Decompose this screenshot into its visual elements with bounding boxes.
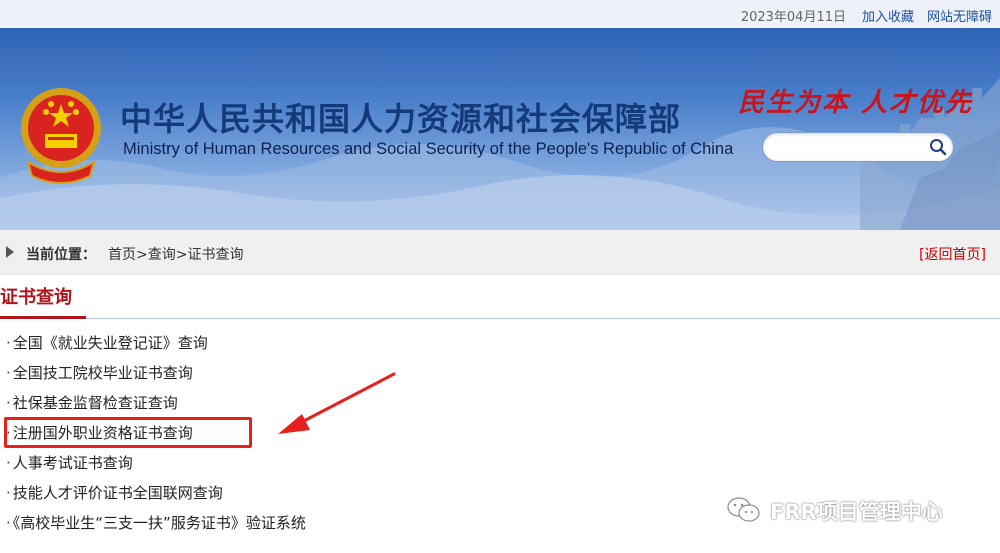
list-item[interactable]: · 社保基金监督检查证查询 — [6, 392, 178, 412]
location-label: 当前位置： — [26, 247, 96, 263]
ministry-title-cn: 中华人民共和国人力资源和社会保障部 — [120, 100, 682, 138]
list-item[interactable]: · 全国技工院校毕业证书查询 — [6, 362, 193, 382]
bullet: · — [6, 394, 11, 412]
list-item-label[interactable]: 《高校毕业生“三支一扶”服务证书》验证系统 — [13, 514, 306, 532]
accessibility-link[interactable]: 网站无障碍 — [927, 6, 992, 25]
watermark: FRR项目管理中心 — [726, 494, 976, 528]
breadcrumb-path[interactable]: 首页>查询>证书查询 — [108, 244, 243, 264]
list-item-label[interactable]: 社保基金监督检查证查询 — [13, 394, 178, 412]
list-item-label[interactable]: 全国《就业失业登记证》查询 — [13, 334, 208, 352]
highlight-annotation-box — [4, 417, 252, 448]
breadcrumb: 当前位置： 首页>查询>证书查询 [返回首页] — [0, 230, 1000, 275]
list-item[interactable]: · 技能人才评价证书全国联网查询 — [6, 482, 223, 502]
watermark-text: FRR项目管理中心 — [770, 500, 943, 524]
search-icon[interactable] — [929, 138, 947, 156]
bullet: · — [6, 514, 11, 532]
bullet: · — [6, 334, 11, 352]
search-input[interactable] — [775, 138, 929, 158]
slogan: 民生为本 人才优先 — [738, 88, 974, 118]
play-arrow-icon — [6, 246, 14, 258]
bullet: · — [6, 364, 11, 382]
national-emblem-icon — [21, 88, 101, 184]
wechat-icon — [727, 497, 760, 522]
site-header: 中华人民共和国人力资源和社会保障部 Ministry of Human Reso… — [0, 28, 1000, 230]
list-item-label[interactable]: 技能人才评价证书全国联网查询 — [13, 484, 223, 502]
section-divider-accent — [0, 316, 86, 319]
red-arrow-icon — [278, 372, 396, 434]
search-box[interactable] — [762, 132, 954, 162]
section-title: 证书查询 — [0, 287, 72, 308]
top-utility-bar: 2023年04月11日 加入收藏 网站无障碍 — [0, 0, 1000, 29]
ministry-title-en: Ministry of Human Resources and Social S… — [123, 140, 734, 158]
add-favorite-link[interactable]: 加入收藏 — [862, 6, 914, 25]
bullet: · — [6, 484, 11, 502]
list-item[interactable]: · 《高校毕业生“三支一扶”服务证书》验证系统 — [6, 512, 306, 532]
list-item-label[interactable]: 人事考试证书查询 — [13, 454, 133, 472]
list-item-label[interactable]: 全国技工院校毕业证书查询 — [13, 364, 193, 382]
current-date: 2023年04月11日 — [740, 10, 846, 25]
bullet: · — [6, 454, 11, 472]
list-item[interactable]: · 全国《就业失业登记证》查询 — [6, 332, 208, 352]
section-divider — [0, 318, 1000, 319]
back-home-link[interactable]: [返回首页] — [919, 244, 986, 264]
list-item[interactable]: · 人事考试证书查询 — [6, 452, 133, 472]
